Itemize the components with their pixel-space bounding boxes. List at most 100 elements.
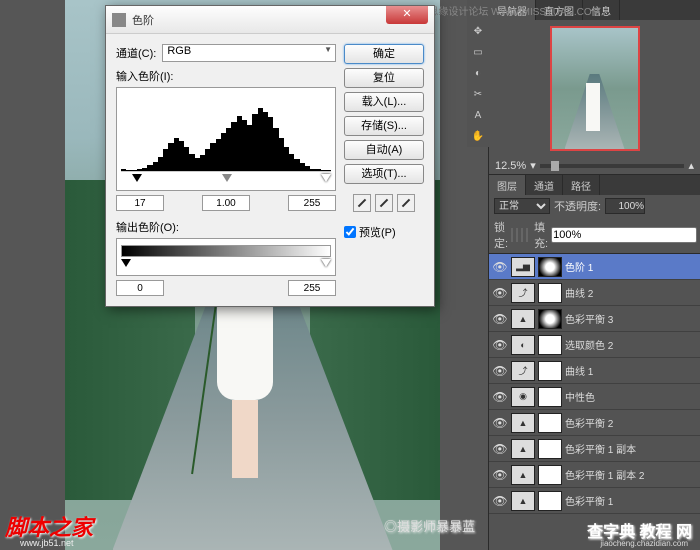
watermark-photographer: ◎摄影师暴暴蓝 — [384, 516, 475, 535]
black-point-slider[interactable] — [132, 174, 142, 182]
visibility-icon[interactable]: 👁 — [492, 493, 508, 509]
opacity-field[interactable] — [605, 198, 645, 214]
visibility-icon[interactable]: 👁 — [492, 415, 508, 431]
options-button[interactable]: 选项(T)... — [344, 164, 424, 184]
output-white-field[interactable] — [288, 280, 336, 296]
visibility-icon[interactable]: 👁 — [492, 441, 508, 457]
watermark-jb51-url: www.jb51.net — [20, 538, 74, 548]
layer-thumbnail[interactable]: ▂▅ — [511, 257, 535, 277]
layer-name: 中性色 — [565, 389, 697, 404]
visibility-icon[interactable]: 👁 — [492, 259, 508, 275]
zoom-out-icon[interactable]: ▾ — [530, 159, 536, 172]
layer-row[interactable]: 👁 ▲ 色彩平衡 2 — [489, 410, 700, 436]
preview-checkbox-label[interactable]: 预览(P) — [344, 224, 424, 240]
white-point-slider[interactable] — [321, 174, 331, 182]
layer-mask-thumbnail[interactable] — [538, 257, 562, 277]
eyedropper-black[interactable] — [353, 194, 371, 212]
layer-mask-thumbnail[interactable] — [538, 309, 562, 329]
layer-name: 色彩平衡 3 — [565, 311, 697, 326]
layer-row[interactable]: 👁 ◐ 选取颜色 2 — [489, 332, 700, 358]
tool-move[interactable]: ✥ — [468, 21, 488, 41]
fill-label: 填充: — [534, 219, 548, 251]
ok-button[interactable]: 确定 — [344, 44, 424, 64]
layer-thumbnail[interactable]: ⤴ — [511, 283, 535, 303]
tool-lasso[interactable]: ◐ — [468, 63, 488, 83]
tab-layers[interactable]: 图层 — [489, 175, 526, 195]
layer-mask-thumbnail[interactable] — [538, 491, 562, 511]
zoom-slider[interactable] — [540, 164, 685, 168]
tool-text[interactable]: A — [468, 105, 488, 125]
layer-mask-thumbnail[interactable] — [538, 465, 562, 485]
lock-position-icon[interactable] — [521, 228, 523, 242]
input-gamma-field[interactable] — [202, 195, 250, 211]
output-slider-track[interactable] — [121, 259, 331, 271]
visibility-icon[interactable]: 👁 — [492, 285, 508, 301]
blend-mode-select[interactable]: 正常 — [494, 198, 550, 214]
layer-mask-thumbnail[interactable] — [538, 335, 562, 355]
layer-thumbnail[interactable]: ▲ — [511, 413, 535, 433]
lock-label: 锁定: — [494, 219, 508, 251]
layer-mask-thumbnail[interactable] — [538, 413, 562, 433]
dialog-icon — [112, 13, 126, 27]
tool-hand[interactable]: ✋ — [468, 126, 488, 146]
dialog-title: 色阶 — [132, 12, 386, 28]
layer-mask-thumbnail[interactable] — [538, 283, 562, 303]
output-gradient — [121, 245, 331, 257]
layer-row[interactable]: 👁 ◉ 中性色 — [489, 384, 700, 410]
visibility-icon[interactable]: 👁 — [492, 311, 508, 327]
layer-thumbnail[interactable]: ▲ — [511, 491, 535, 511]
gamma-slider[interactable] — [222, 174, 232, 182]
fill-field[interactable] — [551, 227, 697, 243]
tab-channels[interactable]: 通道 — [526, 175, 563, 195]
visibility-icon[interactable]: 👁 — [492, 389, 508, 405]
output-white-slider[interactable] — [321, 259, 331, 267]
visibility-icon[interactable]: 👁 — [492, 467, 508, 483]
layer-row[interactable]: 👁 ▲ 色彩平衡 1 — [489, 488, 700, 514]
tool-marquee[interactable]: ▭ — [468, 42, 488, 62]
eyedropper-gray[interactable] — [375, 194, 393, 212]
layer-thumbnail[interactable]: ▲ — [511, 465, 535, 485]
layer-row[interactable]: 👁 ⤴ 曲线 2 — [489, 280, 700, 306]
layer-thumbnail[interactable]: ◉ — [511, 387, 535, 407]
tool-crop[interactable]: ✂ — [468, 84, 488, 104]
lock-all-icon[interactable] — [526, 228, 528, 242]
layer-name: 色彩平衡 1 副本 — [565, 441, 697, 456]
layer-row[interactable]: 👁 ▂▅ 色阶 1 — [489, 254, 700, 280]
output-black-slider[interactable] — [121, 259, 131, 267]
reset-button[interactable]: 复位 — [344, 68, 424, 88]
output-black-field[interactable] — [116, 280, 164, 296]
layer-thumbnail[interactable]: ▲ — [511, 309, 535, 329]
layer-row[interactable]: 👁 ▲ 色彩平衡 1 副本 2 — [489, 462, 700, 488]
dialog-titlebar[interactable]: 色阶 ✕ — [106, 6, 434, 34]
layer-thumbnail[interactable]: ⤴ — [511, 361, 535, 381]
preview-checkbox[interactable] — [344, 226, 356, 238]
layer-mask-thumbnail[interactable] — [538, 439, 562, 459]
channel-label: 通道(C): — [116, 45, 156, 61]
input-slider-track[interactable] — [121, 174, 331, 186]
zoom-value[interactable]: 12.5% — [495, 160, 526, 172]
layer-row[interactable]: 👁 ▲ 色彩平衡 1 副本 — [489, 436, 700, 462]
save-button[interactable]: 存储(S)... — [344, 116, 424, 136]
lock-transparency-icon[interactable] — [511, 228, 513, 242]
close-button[interactable]: ✕ — [386, 6, 428, 24]
visibility-icon[interactable]: 👁 — [492, 363, 508, 379]
layer-mask-thumbnail[interactable] — [538, 361, 562, 381]
auto-button[interactable]: 自动(A) — [344, 140, 424, 160]
tab-paths[interactable]: 路径 — [563, 175, 600, 195]
navigator-thumbnail[interactable] — [550, 26, 640, 151]
levels-dialog: 色阶 ✕ 通道(C): RGB 输入色阶(I): — [105, 5, 435, 307]
eyedropper-white[interactable] — [397, 194, 415, 212]
input-black-field[interactable] — [116, 195, 164, 211]
lock-pixels-icon[interactable] — [516, 228, 518, 242]
layer-row[interactable]: 👁 ▲ 色彩平衡 3 — [489, 306, 700, 332]
load-button[interactable]: 载入(L)... — [344, 92, 424, 112]
input-levels-label: 输入色阶(I): — [116, 68, 336, 84]
channel-select[interactable]: RGB — [162, 44, 336, 62]
input-white-field[interactable] — [288, 195, 336, 211]
visibility-icon[interactable]: 👁 — [492, 337, 508, 353]
layer-row[interactable]: 👁 ⤴ 曲线 1 — [489, 358, 700, 384]
layer-thumbnail[interactable]: ◐ — [511, 335, 535, 355]
zoom-in-icon[interactable]: ▴ — [688, 159, 694, 172]
layer-mask-thumbnail[interactable] — [538, 387, 562, 407]
layer-thumbnail[interactable]: ▲ — [511, 439, 535, 459]
